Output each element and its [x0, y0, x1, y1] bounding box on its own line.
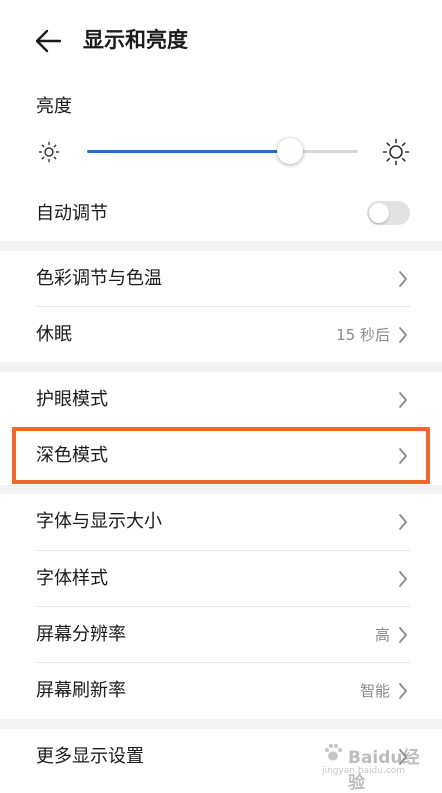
section-gap — [0, 485, 442, 494]
chevron-right-icon — [399, 627, 407, 643]
toggle-knob — [369, 203, 389, 223]
page-title: 显示和亮度 — [83, 28, 188, 52]
slider-fill — [87, 150, 291, 153]
brightness-label: 亮度 — [36, 96, 72, 117]
brightness-slider[interactable] — [87, 138, 358, 164]
section-gap — [0, 241, 442, 251]
row-label: 色彩调节与色温 — [36, 268, 162, 289]
brightness-high-icon — [382, 138, 410, 166]
row-screen-resolution[interactable]: 屏幕分辨率 高 — [0, 607, 442, 663]
section-gap — [0, 362, 442, 372]
slider-thumb[interactable] — [277, 138, 304, 164]
row-label: 屏幕分辨率 — [36, 624, 126, 645]
row-label: 休眠 — [36, 324, 72, 345]
row-color-temperature[interactable]: 色彩调节与色温 — [0, 251, 442, 307]
row-value: 智能 — [359, 682, 390, 700]
chevron-right-icon — [399, 571, 407, 587]
section-gap — [0, 719, 442, 729]
brightness-low-icon — [38, 141, 60, 163]
chevron-right-icon — [399, 392, 407, 408]
row-label: 屏幕刷新率 — [36, 680, 126, 701]
header: 显示和亮度 — [0, 0, 442, 82]
row-label: 字体样式 — [36, 568, 108, 589]
chevron-right-icon — [399, 327, 407, 343]
chevron-right-icon — [399, 514, 407, 530]
baidu-watermark: Baidu经验 jingyan.baidu.com — [322, 737, 422, 793]
dark-mode-highlight-box — [12, 427, 430, 484]
row-value: 高 — [374, 626, 390, 644]
watermark-url: jingyan.baidu.com — [322, 766, 406, 776]
chevron-right-icon — [399, 271, 407, 287]
row-value: 15 秒后 — [336, 326, 390, 344]
row-label: 更多显示设置 — [36, 746, 144, 767]
row-label: 护眼模式 — [36, 389, 108, 410]
back-arrow-icon[interactable] — [34, 28, 62, 54]
row-font-display-size[interactable]: 字体与显示大小 — [0, 494, 442, 550]
row-sleep[interactable]: 休眠 15 秒后 — [0, 307, 442, 363]
row-refresh-rate[interactable]: 屏幕刷新率 智能 — [0, 663, 442, 719]
row-eye-comfort[interactable]: 护眼模式 — [0, 372, 442, 428]
row-font-style[interactable]: 字体样式 — [0, 551, 442, 607]
row-label: 字体与显示大小 — [36, 511, 162, 532]
paw-icon — [324, 743, 343, 761]
auto-adjust-toggle[interactable] — [367, 201, 410, 225]
auto-adjust-label: 自动调节 — [36, 203, 108, 224]
chevron-right-icon — [399, 683, 407, 699]
